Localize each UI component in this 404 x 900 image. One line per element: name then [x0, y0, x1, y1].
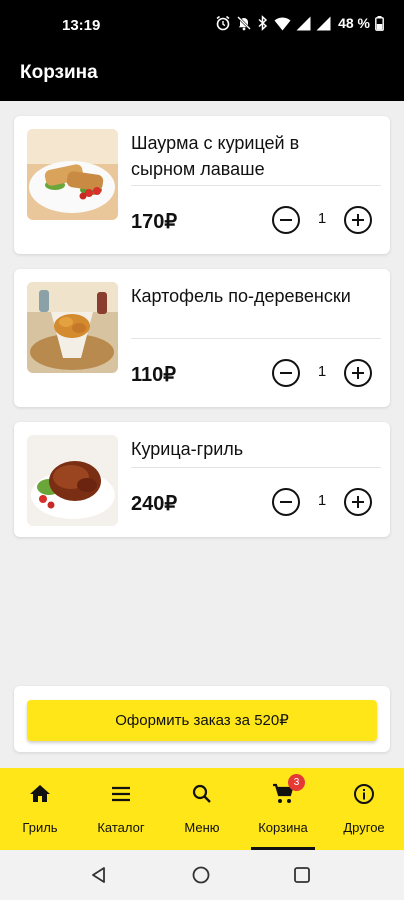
alarm-icon: [216, 15, 230, 31]
decrease-quantity-button[interactable]: [272, 488, 300, 516]
app-bar: Корзина: [0, 50, 404, 101]
signal-2-icon: [316, 16, 331, 30]
home-circle-icon[interactable]: [191, 865, 211, 885]
increase-quantity-button[interactable]: [344, 206, 372, 234]
system-navigation-bar: [0, 850, 404, 900]
nav-label: Корзина: [258, 820, 308, 835]
product-price: 170₽: [131, 211, 178, 233]
mute-bell-icon: [237, 16, 251, 31]
info-icon: [354, 784, 374, 804]
increase-quantity-button[interactable]: [344, 359, 372, 387]
item-divider: [131, 467, 381, 468]
home-icon: [30, 785, 50, 802]
battery-icon: [375, 15, 384, 31]
quantity-stepper: 1: [272, 206, 372, 234]
decrease-quantity-button[interactable]: [272, 359, 300, 387]
product-name: Курица-гриль: [131, 439, 244, 459]
product-image-shawarma: [27, 129, 118, 220]
increase-quantity-button[interactable]: [344, 488, 372, 516]
product-price: 240₽: [131, 493, 178, 515]
item-divider: [131, 338, 381, 339]
checkout-button[interactable]: Оформить заказ за 520₽: [27, 700, 377, 741]
recents-icon[interactable]: [292, 865, 312, 885]
back-icon[interactable]: [89, 865, 109, 885]
nav-item-other[interactable]: Другое: [324, 768, 404, 850]
quantity-value: 1: [317, 363, 327, 380]
quantity-stepper: 1: [272, 488, 372, 516]
product-name: Картофель по-деревенски: [131, 286, 351, 306]
signal-icon: [296, 16, 311, 30]
menu-lines-icon: [112, 786, 130, 802]
quantity-value: 1: [317, 492, 327, 509]
battery-percent: 48 %: [338, 15, 370, 31]
product-image-potatoes: [27, 282, 118, 373]
search-icon: [192, 784, 211, 803]
bluetooth-icon: [258, 15, 268, 31]
bottom-navigation: Гриль Каталог Меню 3 Корзина Другое: [0, 768, 404, 850]
nav-item-menu[interactable]: Меню: [162, 768, 242, 850]
nav-label: Меню: [184, 820, 220, 835]
cart-item: Курица-гриль 240₽ 1: [14, 422, 390, 537]
wifi-icon: [274, 16, 291, 30]
product-name: Шаурма с курицей в сырном лаваше: [131, 133, 300, 179]
nav-label: Каталог: [97, 820, 145, 835]
quantity-stepper: 1: [272, 359, 372, 387]
quantity-value: 1: [317, 210, 327, 227]
cart-item: Картофель по-деревенски 110₽ 1: [14, 269, 390, 407]
checkout-panel: Оформить заказ за 520₽: [14, 686, 390, 752]
status-time: 13:19: [62, 17, 101, 34]
decrease-quantity-button[interactable]: [272, 206, 300, 234]
cart-item: Шаурма с курицей в сырном лаваше 170₽ 1: [14, 116, 390, 254]
page-title: Корзина: [20, 62, 98, 83]
status-bar: 13:19 48 %: [0, 0, 404, 50]
nav-item-cart[interactable]: 3 Корзина: [243, 768, 323, 850]
product-price: 110₽: [131, 364, 176, 386]
cart-badge: 3: [288, 774, 305, 791]
nav-label: Гриль: [22, 820, 58, 835]
status-icons: 48 %: [215, 15, 384, 31]
nav-item-catalog[interactable]: Каталог: [81, 768, 161, 850]
item-divider: [131, 185, 381, 186]
nav-item-grill[interactable]: Гриль: [0, 768, 80, 850]
nav-label: Другое: [343, 820, 385, 835]
product-image-grilled-chicken: [27, 435, 118, 526]
